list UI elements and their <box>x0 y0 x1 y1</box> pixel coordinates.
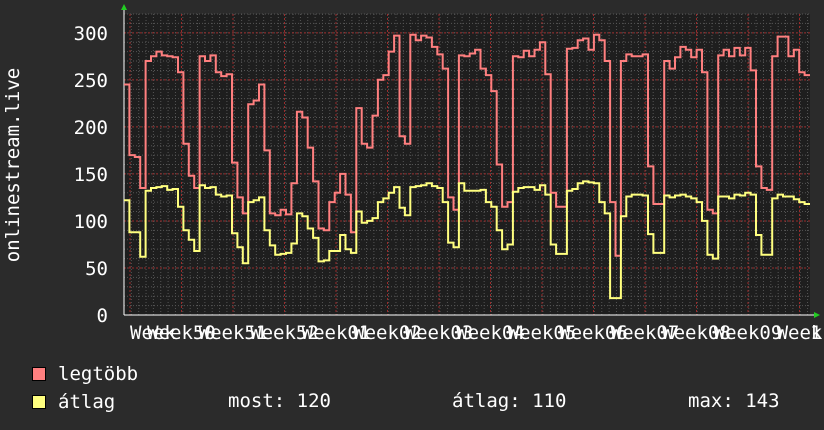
legend-label-max: legtöbb <box>58 363 139 385</box>
legend-item-avg: átlag <box>32 391 116 413</box>
legend-swatch-max <box>32 367 46 381</box>
y-tick-label: 0 <box>97 305 108 327</box>
x-tick-label: Week09 <box>714 322 783 344</box>
x-tick-label: 1 <box>810 322 821 344</box>
legend-item-max: legtöbb <box>32 363 139 385</box>
y-tick-label: 100 <box>74 211 108 233</box>
stat-maximum: max: 143 <box>688 390 780 412</box>
y-axis-arrow <box>121 4 127 10</box>
y-tick-label: 300 <box>74 23 108 45</box>
stat-average: átlag: 110 <box>452 390 567 412</box>
y-tick-label: 150 <box>74 164 108 186</box>
legend-label-avg: átlag <box>58 391 116 413</box>
chart-panel: 0 50 100 150 200 250 300 Week Week50 Week51 Week52… <box>0 0 824 430</box>
legend-swatch-avg <box>32 395 46 409</box>
line-chart: 050100150200250300WeekWeek50Week51Week52… <box>2 4 823 344</box>
y-tick-label: 50 <box>85 258 108 280</box>
y-tick-label: 250 <box>74 70 108 92</box>
y-tick-label: 200 <box>74 117 108 139</box>
stat-current: most: 120 <box>228 390 331 412</box>
y-axis-label: onlinestream.live <box>2 68 24 262</box>
x-axis-arrow <box>814 312 820 318</box>
